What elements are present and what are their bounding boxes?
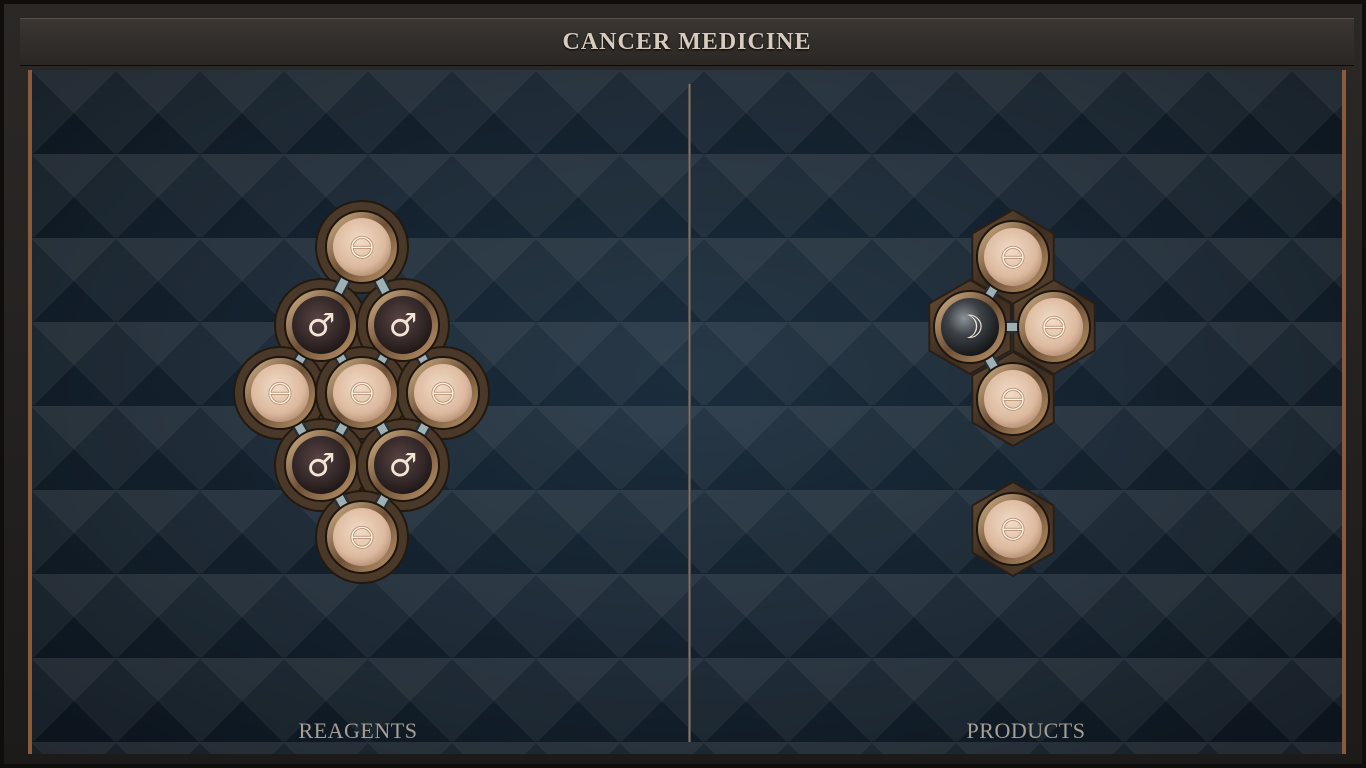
atom-salt[interactable]: 🜔 — [976, 220, 1050, 294]
atom-salt[interactable]: 🜔 — [243, 356, 317, 430]
atom-iron[interactable]: ♂ — [284, 288, 358, 362]
molecule-board: 🜔 ♂ ♂ 🜔 🜔 🜔 ♂ ♂ 🜔 ☽ 🜔 🜔 🜔 🜔 REAGENTS PRODUCTS — [28, 70, 1346, 754]
atom-salt[interactable]: 🜔 — [325, 356, 399, 430]
reagents-label: REAGENTS — [298, 718, 418, 743]
panel-divider — [688, 84, 691, 742]
salt-symbol-icon: 🜔 — [349, 231, 374, 266]
salt-symbol-icon: 🜔 — [1041, 311, 1066, 346]
iron-symbol-icon: ♂ — [307, 446, 336, 484]
window-frame: CANCER MEDICINE 🜔 ♂ ♂ 🜔 🜔 🜔 ♂ ♂ 🜔 ☽ 🜔 🜔 … — [0, 0, 1366, 768]
atom-iron[interactable]: ♂ — [284, 428, 358, 502]
salt-symbol-icon: 🜔 — [1000, 241, 1025, 276]
atom-silver[interactable]: ☽ — [933, 290, 1007, 364]
title-bar: CANCER MEDICINE — [20, 18, 1354, 66]
atom-salt[interactable]: 🜔 — [325, 500, 399, 574]
salt-symbol-icon: 🜔 — [267, 377, 292, 412]
salt-symbol-icon: 🜔 — [349, 377, 374, 412]
atom-salt[interactable]: 🜔 — [325, 210, 399, 284]
atom-salt[interactable]: 🜔 — [406, 356, 480, 430]
iron-symbol-icon: ♂ — [307, 306, 336, 344]
salt-symbol-icon: 🜔 — [349, 521, 374, 556]
atom-iron[interactable]: ♂ — [366, 288, 440, 362]
iron-symbol-icon: ♂ — [389, 306, 418, 344]
molecules-canvas: 🜔 ♂ ♂ 🜔 🜔 🜔 ♂ ♂ 🜔 ☽ 🜔 🜔 🜔 🜔 — [233, 200, 1096, 584]
salt-symbol-icon: 🜔 — [430, 377, 455, 412]
products-label: PRODUCTS — [966, 718, 1086, 743]
page-title: CANCER MEDICINE — [562, 28, 812, 55]
atom-salt[interactable]: 🜔 — [976, 492, 1050, 566]
atom-salt[interactable]: 🜔 — [1017, 290, 1091, 364]
atom-salt[interactable]: 🜔 — [976, 362, 1050, 436]
iron-symbol-icon: ♂ — [389, 446, 418, 484]
silver-symbol-icon: ☽ — [956, 308, 985, 346]
salt-symbol-icon: 🜔 — [1000, 383, 1025, 418]
atom-iron[interactable]: ♂ — [366, 428, 440, 502]
salt-symbol-icon: 🜔 — [1000, 513, 1025, 548]
